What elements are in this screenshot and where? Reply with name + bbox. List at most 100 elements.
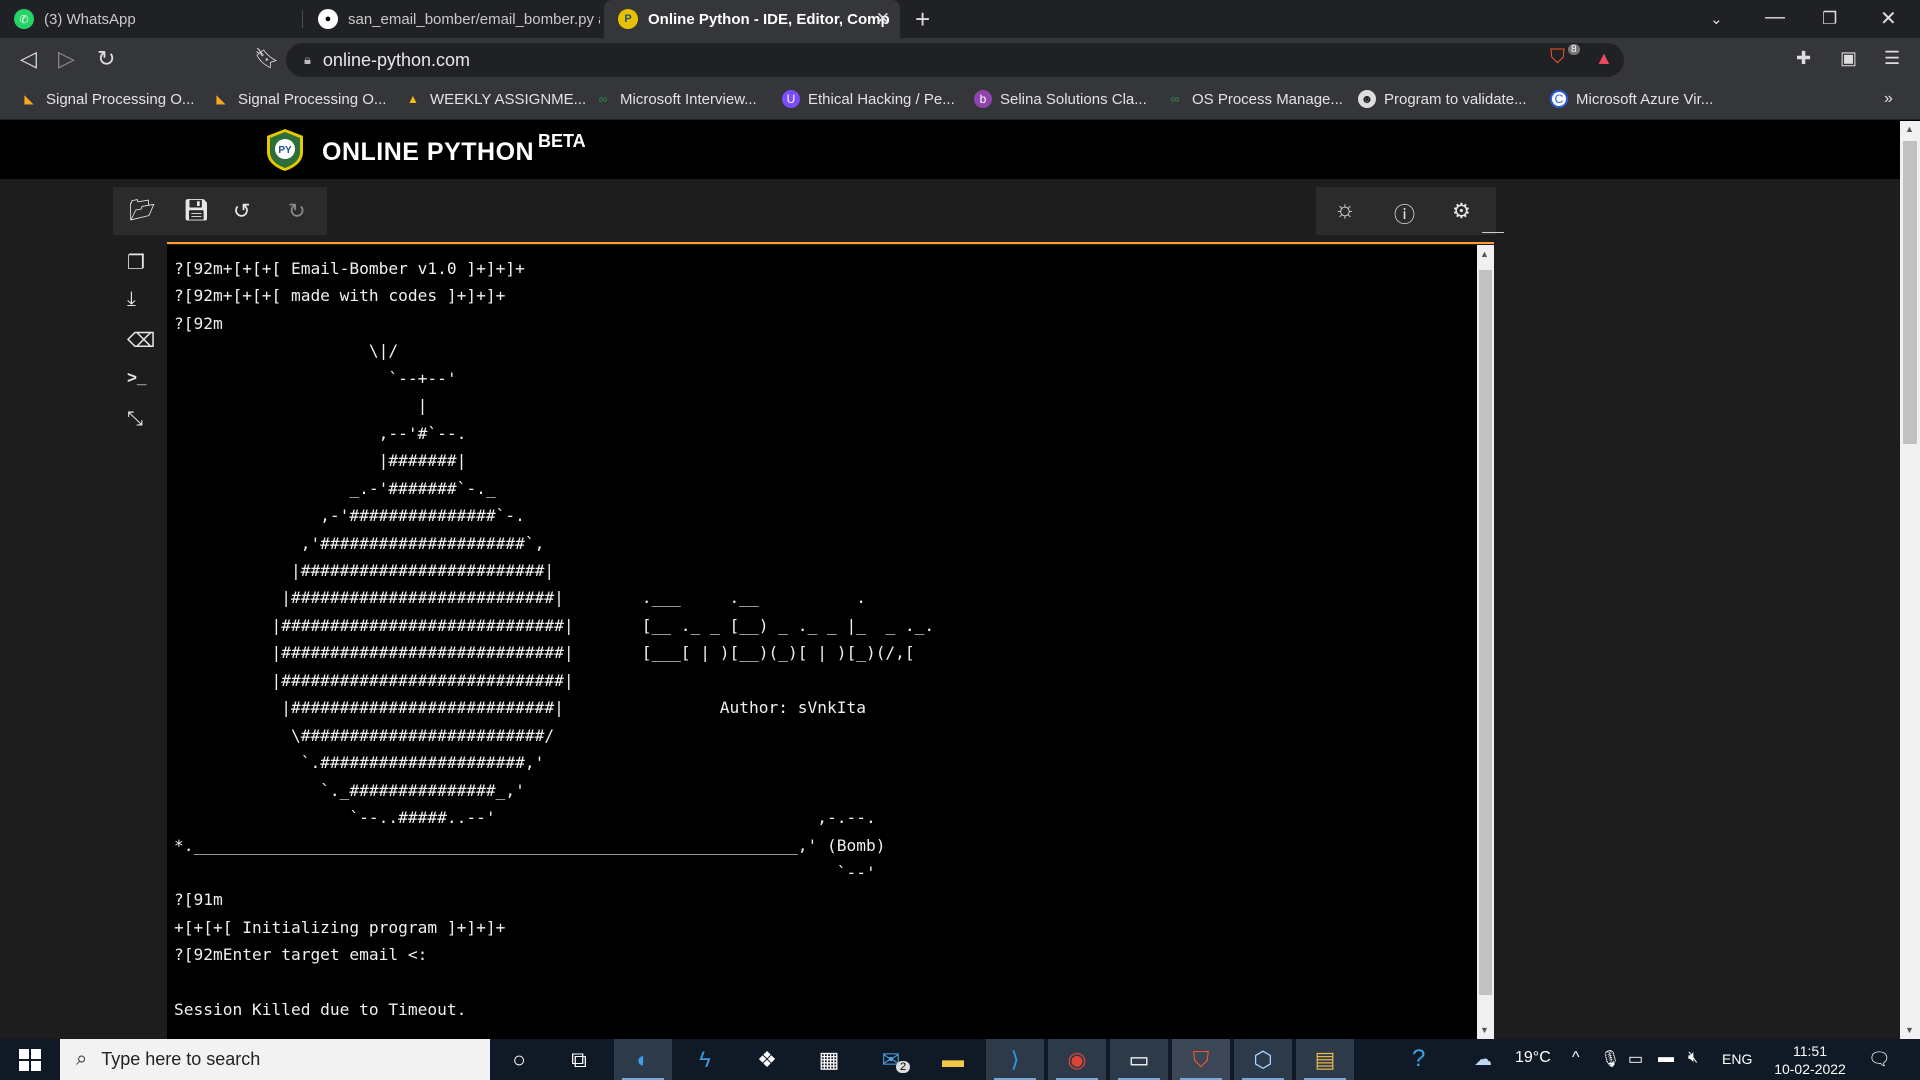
bookmark-item[interactable]: ▲ WEEKLY ASSIGNME... (404, 90, 586, 108)
bookmark-icon[interactable]: 🔖︎ (254, 46, 279, 71)
scroll-up-arrow-icon[interactable]: ▲ (1480, 249, 1489, 259)
temperature-text: 19°C (1515, 1049, 1551, 1066)
language-indicator[interactable]: ENG (1722, 1051, 1752, 1067)
matlab-icon: ◣ (24, 92, 34, 106)
tab-github[interactable]: ● san_email_bomber/email_bomber.py a (304, 0, 600, 38)
bookmark-item[interactable]: ◣ Signal Processing O... (20, 90, 194, 108)
bookmark-item[interactable]: ∞ Microsoft Interview... (594, 90, 757, 108)
extensions-icon[interactable]: ✚ (1796, 48, 1811, 69)
avatar-icon: ☻ (1358, 90, 1376, 108)
lock-icon: 🔒︎ (304, 52, 311, 67)
dropbox-icon[interactable]: ❖ (738, 1039, 796, 1080)
mail-icon[interactable]: ✉ 2 (862, 1039, 920, 1080)
console-scrollbar[interactable]: ▲ ▼ (1477, 245, 1494, 1039)
tab-search-chevron-icon[interactable]: ⌄ (1710, 10, 1723, 28)
minimize-window-button[interactable]: — (1765, 6, 1785, 29)
brave-shields-icon[interactable]: ⛉ (1550, 46, 1565, 69)
file-explorer-icon[interactable]: ▬ (924, 1039, 982, 1080)
scroll-down-arrow-icon[interactable]: ▼ (1480, 1025, 1489, 1035)
wallet-icon[interactable]: ▣ (1840, 48, 1857, 69)
bookmark-item[interactable]: ◣ Signal Processing O... (212, 90, 386, 108)
taskbar-search[interactable]: ⌕ Type here to search (60, 1039, 490, 1080)
tab-title: (3) WhatsApp (44, 10, 136, 28)
svg-text:PY: PY (278, 145, 292, 156)
console-scroll-thumb[interactable] (1479, 270, 1492, 995)
close-tab-icon[interactable]: ✕ (876, 9, 890, 29)
browser-tab-strip: ✆ (3) WhatsApp ● san_email_bomber/email_… (0, 0, 1920, 38)
mail-count-badge: 2 (896, 1061, 911, 1073)
forward-button[interactable]: ▷ (58, 46, 75, 72)
clock-date: 10-02-2022 (1774, 1061, 1846, 1077)
chrome-icon[interactable]: ◉ (1048, 1039, 1106, 1080)
collapse-icon[interactable]: ⤡ (127, 408, 143, 431)
system-clock[interactable]: 11:51 10-02-2022 (1770, 1042, 1850, 1078)
url-text: online-python.com (322, 49, 471, 70)
volume-muted-icon[interactable]: 🔇︎ (1688, 1049, 1698, 1067)
matlab-icon: ◣ (216, 92, 226, 106)
tab-title: Online Python - IDE, Editor, Comp (648, 10, 890, 28)
brave-rewards-icon[interactable]: ▲ (1595, 48, 1613, 69)
info-icon[interactable]: ⓘ (1394, 199, 1415, 229)
scroll-down-arrow-icon[interactable]: ▼ (1905, 1025, 1914, 1035)
shields-count-badge: 8 (1568, 44, 1580, 55)
close-window-button[interactable]: ✕ (1880, 6, 1897, 31)
show-hidden-icons-icon[interactable]: ^ (1572, 1049, 1580, 1067)
eraser-icon[interactable]: ⌫ (127, 328, 155, 353)
open-folder-icon[interactable]: 📂︎ (129, 199, 156, 223)
cortana-icon[interactable]: ○ (490, 1039, 548, 1080)
restore-window-button[interactable]: ❐ (1822, 9, 1837, 29)
more-bookmarks-icon[interactable]: » (1884, 90, 1893, 108)
notifications-icon[interactable]: 🗨︎ (1868, 1049, 1891, 1070)
online-python-logo[interactable]: PY (265, 128, 305, 172)
save-icon[interactable]: 💾︎ (183, 199, 210, 223)
whatsapp-icon: ✆ (14, 9, 34, 29)
back-button[interactable]: ◁ (20, 46, 37, 72)
vscode-icon[interactable]: ⟩ (986, 1039, 1044, 1080)
undo-icon[interactable]: ↺ (233, 199, 251, 224)
task-view-icon[interactable]: ⧉ (550, 1039, 608, 1080)
url-bar[interactable]: 🔒︎ online-python.com (286, 43, 1624, 77)
bookmark-item[interactable]: ∞ OS Process Manage... (1166, 90, 1343, 108)
site-header: PY ONLINE PYTHON BETA (0, 121, 1900, 179)
redo-icon[interactable]: ↻ (288, 199, 306, 224)
display-icon[interactable]: ▭ (1628, 1049, 1643, 1069)
battery-icon[interactable]: ▬ (1658, 1049, 1674, 1067)
clock-time: 11:51 (1793, 1043, 1827, 1059)
microphone-icon[interactable]: 🎙︎ (1600, 1049, 1620, 1069)
download-icon[interactable]: ⤓ (127, 288, 136, 311)
settings-gear-icon[interactable]: ⚙ (1452, 199, 1471, 224)
weather-icon[interactable]: ☁ (1474, 1049, 1492, 1070)
search-icon: ⌕ (76, 1048, 88, 1070)
theme-toggle-icon[interactable]: ☼ (1334, 196, 1356, 224)
terminal-icon[interactable]: >_ (127, 368, 146, 388)
store-icon[interactable]: ▦ (800, 1039, 858, 1080)
search-placeholder: Type here to search (101, 1049, 261, 1069)
toolbar-underline (1482, 232, 1504, 233)
tab-online-python[interactable]: P Online Python - IDE, Editor, Comp ✕ (604, 0, 900, 38)
visual-studio-icon[interactable]: ϟ (676, 1039, 734, 1080)
console-side-toolbar: ❐ ⤓ ⌫ >_ ⤡ (113, 242, 165, 1042)
start-button[interactable] (0, 1039, 60, 1080)
brave-browser-icon[interactable]: ⛉ (1172, 1039, 1230, 1080)
virtualbox-icon[interactable]: ⬡ (1234, 1039, 1292, 1080)
page-scroll-thumb[interactable] (1903, 141, 1917, 444)
bookmark-item[interactable]: b Selina Solutions Cla... (974, 90, 1147, 108)
tab-separator (302, 10, 303, 28)
reload-button[interactable]: ↻ (97, 46, 115, 72)
tab-title: san_email_bomber/email_bomber.py a (348, 10, 600, 28)
anaconda-icon[interactable]: ▤ (1296, 1039, 1354, 1080)
tab-whatsapp[interactable]: ✆ (3) WhatsApp (0, 0, 300, 38)
scroll-up-arrow-icon[interactable]: ▲ (1905, 124, 1914, 134)
bookmark-item[interactable]: U Ethical Hacking / Pe... (782, 90, 955, 108)
bookmark-item[interactable]: ☻ Program to validate... (1358, 90, 1527, 108)
page-scrollbar[interactable]: ▲ ▼ (1900, 121, 1920, 1039)
edge-icon[interactable]: ◐ (614, 1039, 672, 1080)
help-icon[interactable]: ? (1412, 1045, 1425, 1073)
browser-menu-icon[interactable]: ☰ (1884, 48, 1900, 69)
new-tab-button[interactable]: + (915, 4, 930, 35)
console-output[interactable]: ?[92m+[+[+[ Email-Bomber v1.0 ]+]+]+ ?[9… (167, 245, 1477, 1039)
bookmark-item[interactable]: C Microsoft Azure Vir... (1550, 90, 1713, 108)
copy-icon[interactable]: ❐ (127, 250, 145, 275)
terminal-app-icon[interactable]: ▭ (1110, 1039, 1168, 1080)
udemy-icon: U (782, 90, 800, 108)
